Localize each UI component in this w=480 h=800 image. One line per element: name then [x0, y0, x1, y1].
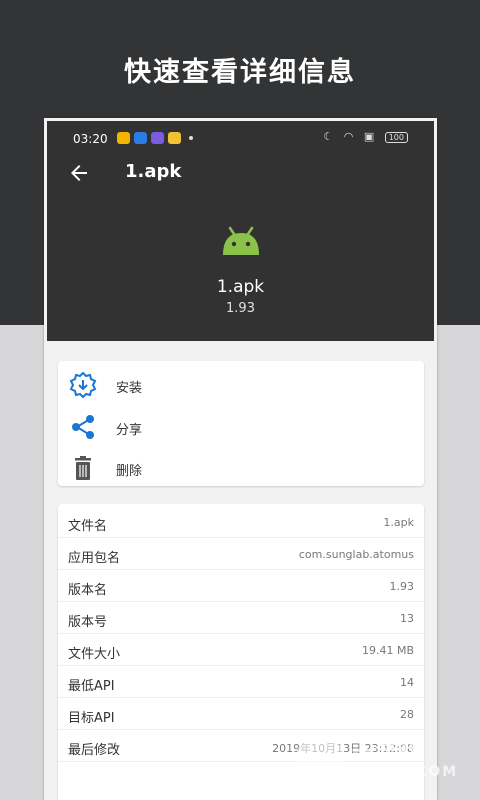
status-bar: 03:20 ☾ ◠ ▣ 100	[47, 121, 434, 153]
detail-value: 19.41 MB	[361, 644, 414, 657]
notification-icon	[151, 132, 164, 144]
detail-row: 目标API 28	[58, 698, 424, 730]
detail-value: 14	[400, 676, 414, 689]
detail-key: 最低API	[68, 679, 115, 694]
promo-headline: 快速查看详细信息	[124, 57, 356, 88]
detail-value: 1.93	[389, 580, 415, 593]
file-version: 1.93	[226, 301, 255, 316]
status-time: 03:20	[73, 132, 108, 146]
install-icon	[69, 371, 97, 399]
watermark-name: 一游戏	[352, 740, 422, 765]
more-notifications-dot	[189, 136, 193, 140]
detail-value: 1.apk	[383, 516, 414, 529]
system-status-icons: ☾ ◠ ▣ 100	[316, 130, 408, 143]
share-icon	[72, 415, 94, 439]
notification-icon	[117, 132, 130, 144]
delete-button[interactable]: 删除	[58, 450, 424, 486]
notification-icon	[134, 132, 147, 144]
actions-card: 安装 分享 删除	[58, 361, 424, 486]
site-watermark: 一游戏 YIXUI.COM	[290, 728, 470, 788]
install-label: 安装	[116, 381, 143, 396]
watermark-logo-icon	[296, 734, 344, 782]
wifi-icon: ◠	[343, 130, 354, 143]
moon-icon: ☾	[323, 130, 334, 143]
delete-icon	[75, 456, 91, 480]
detail-key: 文件名	[68, 519, 108, 534]
detail-value: 28	[400, 708, 414, 721]
notification-icon	[168, 132, 181, 144]
detail-value: com.sunglab.atomus	[298, 548, 414, 561]
detail-row: 文件大小 19.41 MB	[58, 634, 424, 666]
detail-row: 文件名 1.apk	[58, 506, 424, 538]
detail-key: 应用包名	[68, 551, 121, 566]
detail-value: 13	[400, 612, 414, 625]
app-bar-title: 1.apk	[125, 161, 182, 182]
back-arrow-icon[interactable]	[67, 161, 91, 185]
detail-row: 最低API 14	[58, 666, 424, 698]
app-bar: 03:20 ☾ ◠ ▣ 100 1.apk 1.apk 1.93	[47, 121, 434, 341]
battery-icon: 100	[384, 132, 408, 143]
detail-key: 版本号	[68, 615, 108, 630]
detail-row: 应用包名 com.sunglab.atomus	[58, 538, 424, 570]
phone-screen: 03:20 ☾ ◠ ▣ 100 1.apk 1.apk 1.93 安装 分享 删…	[44, 118, 437, 800]
share-label: 分享	[116, 423, 143, 438]
sim-icon: ▣	[363, 130, 375, 143]
detail-key: 版本名	[68, 583, 108, 598]
detail-key: 最后修改	[68, 743, 121, 758]
android-robot-icon	[223, 226, 259, 255]
detail-row: 版本号 13	[58, 602, 424, 634]
detail-key: 文件大小	[68, 647, 121, 662]
watermark-domain: YIXUI.COM	[356, 764, 459, 780]
detail-row: 版本名 1.93	[58, 570, 424, 602]
delete-label: 删除	[116, 464, 143, 479]
install-button[interactable]: 安装	[58, 367, 424, 403]
detail-key: 目标API	[68, 711, 115, 726]
file-name: 1.apk	[216, 277, 265, 297]
share-button[interactable]: 分享	[58, 409, 424, 445]
